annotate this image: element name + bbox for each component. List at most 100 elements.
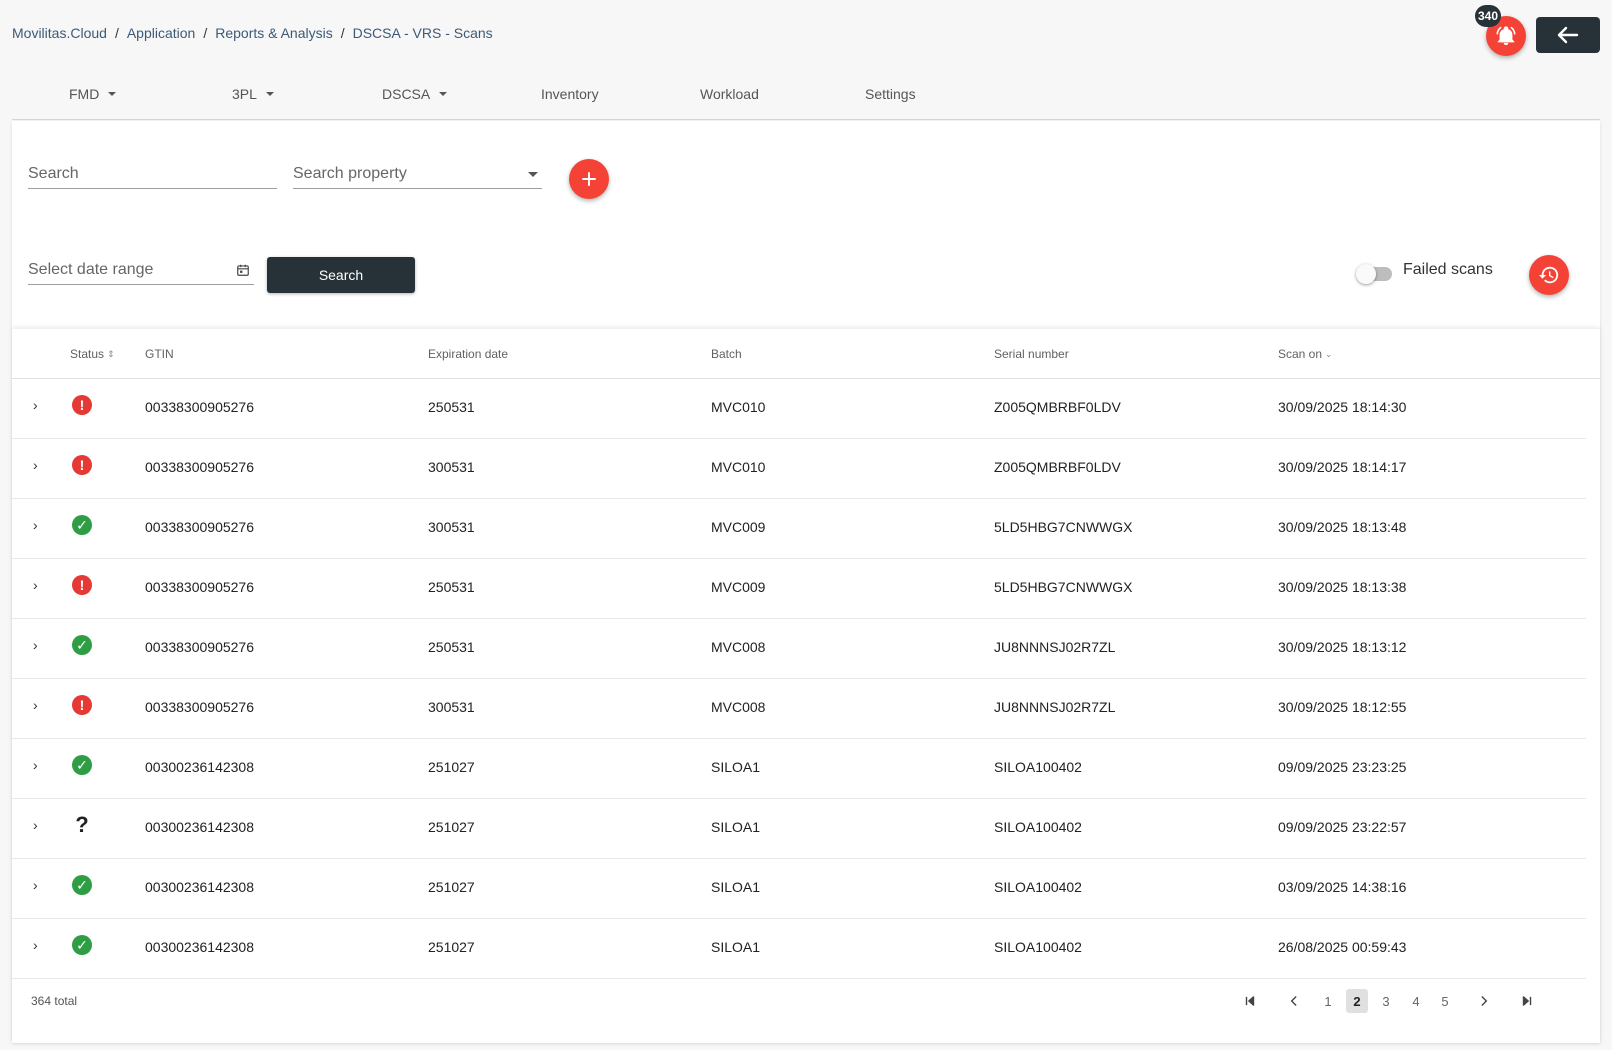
cell-scan: 09/09/2025 23:23:25 bbox=[1278, 759, 1407, 775]
page-number-button[interactable]: 4 bbox=[1405, 989, 1427, 1013]
expand-row-chevron-icon[interactable]: › bbox=[33, 937, 38, 953]
expand-row-chevron-icon[interactable]: › bbox=[33, 397, 38, 413]
total-count: 364 total bbox=[31, 994, 78, 1008]
breadcrumb-reports-analysis[interactable]: Reports & Analysis bbox=[215, 25, 333, 41]
column-header-status[interactable]: Status ⇕ bbox=[70, 347, 115, 361]
breadcrumb: Movilitas.Cloud / Application / Reports … bbox=[12, 25, 493, 41]
page-number-button[interactable]: 2 bbox=[1346, 989, 1368, 1013]
main-nav: FMD 3PL DSCSA Inventory Workload Setting… bbox=[12, 82, 1600, 120]
cell-exp: 251027 bbox=[428, 759, 475, 775]
arrow-left-icon bbox=[1557, 26, 1579, 44]
caret-down-icon bbox=[108, 92, 117, 96]
nav-label: Inventory bbox=[541, 86, 599, 102]
column-header-scan-on[interactable]: Scan on ⌄ bbox=[1278, 347, 1333, 361]
first-page-button[interactable] bbox=[1238, 989, 1262, 1013]
expand-row-chevron-icon[interactable]: › bbox=[33, 517, 38, 533]
search-property-select[interactable]: Search property bbox=[293, 159, 542, 189]
column-header-label: Scan on bbox=[1278, 347, 1323, 361]
page-number-button[interactable]: 3 bbox=[1375, 989, 1397, 1013]
expand-row-chevron-icon[interactable]: › bbox=[33, 457, 38, 473]
cell-serial: SILOA100402 bbox=[994, 939, 1082, 955]
cell-exp: 300531 bbox=[428, 519, 475, 535]
failed-scans-label: Failed scans bbox=[1403, 261, 1493, 278]
table-row[interactable]: › ✓ 00338300905276 300531 MVC009 5LD5HBG7CNWW… bbox=[12, 499, 1586, 559]
back-button[interactable] bbox=[1536, 17, 1600, 53]
search-button[interactable]: Search bbox=[267, 257, 415, 293]
cell-scan: 30/09/2025 18:14:17 bbox=[1278, 459, 1407, 475]
table-row[interactable]: › ✓ 00300236142308 251027 SILOA1 SILOA100402 2… bbox=[12, 919, 1586, 979]
caret-down-icon bbox=[265, 92, 274, 96]
table-row[interactable]: ›! 00338300905276 300531 MVC010 Z005QMBRBF0L… bbox=[12, 439, 1586, 499]
column-header-label: Serial number bbox=[994, 347, 1069, 361]
cell-exp: 250531 bbox=[428, 399, 475, 415]
plus-icon bbox=[582, 172, 596, 186]
chevron-left-icon bbox=[1290, 996, 1297, 1006]
cell-gtin: 00338300905276 bbox=[145, 699, 255, 715]
last-page-button[interactable] bbox=[1515, 989, 1539, 1013]
table-row[interactable]: ›? 00300236142308 251027 SILOA1 SILOA100402 0… bbox=[12, 799, 1586, 859]
table-row[interactable]: ›! 00338300905276 250531 MVC009 5LD5HBG7CNWW… bbox=[12, 559, 1586, 619]
column-header-label: Batch bbox=[711, 347, 742, 361]
cell-scan: 26/08/2025 00:59:43 bbox=[1278, 939, 1407, 955]
table-header: Status ⇕ GTIN Expiration date Batch Seria… bbox=[12, 329, 1600, 379]
cell-serial: Z005QMBRBF0LDV bbox=[994, 459, 1121, 475]
nav-workload[interactable]: Workload bbox=[700, 86, 759, 102]
cell-serial: JU8NNNSJ02R7ZL bbox=[994, 639, 1116, 655]
scans-table: Status ⇕ GTIN Expiration date Batch Seria… bbox=[12, 329, 1600, 1043]
nav-label: FMD bbox=[69, 86, 100, 102]
table-row[interactable]: ›! 00338300905276 250531 MVC010 Z005QMBRBF0L… bbox=[12, 379, 1586, 439]
next-page-button[interactable] bbox=[1472, 989, 1496, 1013]
cell-serial: Z005QMBRBF0LDV bbox=[994, 399, 1121, 415]
prev-page-button[interactable] bbox=[1282, 989, 1306, 1013]
cell-gtin: 00338300905276 bbox=[145, 579, 255, 595]
expand-row-chevron-icon[interactable]: › bbox=[33, 697, 38, 713]
nav-settings[interactable]: Settings bbox=[865, 86, 916, 102]
expand-row-chevron-icon[interactable]: › bbox=[33, 817, 38, 833]
table-row[interactable]: › ✓ 00300236142308 251027 SILOA1 SILOA100402 0… bbox=[12, 859, 1586, 919]
nav-3pl[interactable]: 3PL bbox=[232, 86, 274, 102]
breadcrumb-application[interactable]: Application bbox=[127, 25, 196, 41]
cell-serial: SILOA100402 bbox=[994, 759, 1082, 775]
cell-gtin: 00300236142308 bbox=[145, 759, 255, 775]
nav-label: Settings bbox=[865, 86, 916, 102]
nav-inventory[interactable]: Inventory bbox=[541, 86, 599, 102]
cell-gtin: 00338300905276 bbox=[145, 639, 255, 655]
expand-row-chevron-icon[interactable]: › bbox=[33, 637, 38, 653]
expand-row-chevron-icon[interactable]: › bbox=[33, 877, 38, 893]
column-header-label: Status bbox=[70, 347, 105, 361]
search-input[interactable]: Search bbox=[28, 159, 277, 189]
table-row[interactable]: › ✓ 00300236142308 251027 SILOA1 SILOA100402 0… bbox=[12, 739, 1586, 799]
success-check-icon: ✓ bbox=[72, 755, 92, 775]
expand-row-chevron-icon[interactable]: › bbox=[33, 577, 38, 593]
date-range-input[interactable]: Select date range bbox=[28, 255, 254, 285]
nav-fmd[interactable]: FMD bbox=[69, 86, 117, 102]
first-page-icon bbox=[1245, 996, 1255, 1006]
cell-batch: SILOA1 bbox=[711, 939, 761, 955]
error-status-icon: ! bbox=[72, 455, 92, 475]
expand-row-chevron-icon[interactable]: › bbox=[33, 757, 38, 773]
table-row[interactable]: ›! 00338300905276 300531 MVC008 JU8NNNSJ02R7… bbox=[12, 679, 1586, 739]
breadcrumb-current-page[interactable]: DSCSA - VRS - Scans bbox=[353, 25, 493, 41]
calendar-icon[interactable] bbox=[236, 263, 250, 277]
add-filter-button[interactable] bbox=[569, 159, 609, 199]
cell-exp: 251027 bbox=[428, 819, 475, 835]
column-header-serial-number: Serial number bbox=[994, 347, 1069, 361]
breadcrumb-movilitas-cloud[interactable]: Movilitas.Cloud bbox=[12, 25, 107, 41]
cell-batch: MVC008 bbox=[711, 639, 766, 655]
table-row[interactable]: › ✓ 00338300905276 250531 MVC008 JU8NNNSJ02R7… bbox=[12, 619, 1586, 679]
unknown-status-icon: ? bbox=[75, 812, 89, 837]
nav-label: DSCSA bbox=[382, 86, 431, 102]
column-header-expiration-date: Expiration date bbox=[428, 347, 508, 361]
nav-dscsa[interactable]: DSCSA bbox=[382, 86, 448, 102]
sort-icon: ⇕ bbox=[107, 348, 115, 359]
last-page-icon bbox=[1522, 996, 1532, 1006]
cell-gtin: 00300236142308 bbox=[145, 819, 255, 835]
history-button[interactable] bbox=[1529, 255, 1569, 295]
bell-icon bbox=[1496, 26, 1516, 46]
cell-batch: SILOA1 bbox=[711, 819, 761, 835]
cell-gtin: 00338300905276 bbox=[145, 459, 255, 475]
failed-scans-toggle[interactable] bbox=[1356, 264, 1392, 284]
page-number-button[interactable]: 1 bbox=[1317, 989, 1339, 1013]
column-header-label: Expiration date bbox=[428, 347, 509, 361]
page-number-button[interactable]: 5 bbox=[1434, 989, 1456, 1013]
